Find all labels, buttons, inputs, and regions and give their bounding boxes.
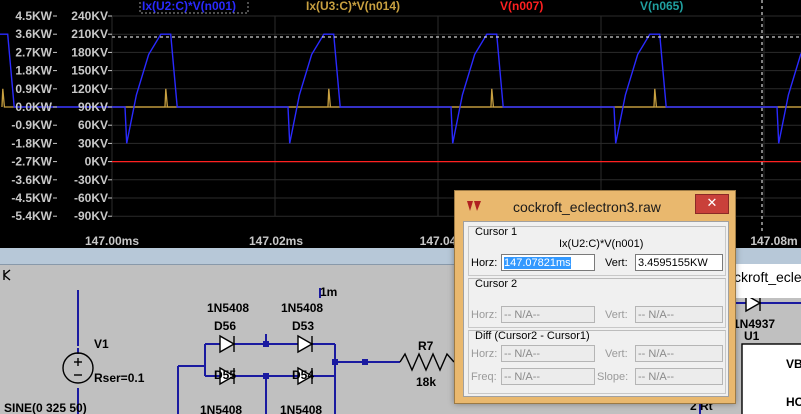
legend-entry[interactable]: V(n007): [500, 0, 543, 13]
legend-entry[interactable]: V(n065): [640, 0, 683, 13]
y-tick-left: -5.4KW: [11, 209, 52, 223]
cursor1-group-label: Cursor 1: [475, 226, 518, 238]
schematic-junctions: [263, 341, 368, 379]
y-tick-left: 2.7KW: [15, 45, 52, 59]
x-tick: 147.08m: [750, 234, 797, 248]
cursor2-vert-field: -- N/A--: [635, 306, 723, 323]
y-tick-left: -0.9KW: [11, 118, 52, 132]
label-d56-part: 1N5408: [207, 301, 249, 315]
label-d54-part: 1N5408: [280, 403, 322, 414]
label-sine: SINE(0 325 50): [4, 401, 87, 414]
label-d55-part: 1N5408: [200, 403, 242, 414]
diff-vert-field: -- N/A--: [635, 345, 723, 362]
label-hc: HC: [786, 395, 801, 409]
diff-group-label: Diff (Cursor2 - Cursor1): [475, 330, 590, 342]
cursor2-horz-field: -- N/A--: [501, 306, 595, 323]
cursor2-horz-label: Horz:: [471, 309, 498, 321]
cursor1-horz-label: Horz:: [471, 257, 498, 269]
label-tm: 1m: [320, 285, 337, 299]
y-tick-left: 1.8KW: [15, 64, 52, 78]
y-tick-left: 0.0KW: [15, 100, 52, 114]
diode-d53[interactable]: [297, 334, 314, 354]
y-tick-right: 60KV: [78, 118, 108, 132]
label-r7-value: 18k: [416, 375, 436, 389]
y-tick-left: 3.6KW: [15, 27, 52, 41]
legend-entry[interactable]: Ix(U2:C)*V(n001): [142, 0, 236, 13]
y-tick-left: -2.7KW: [11, 155, 52, 169]
diff-slope-label: Slope:: [597, 371, 629, 383]
cursor2-group-label: Cursor 2: [475, 278, 518, 290]
dialog-body: Cursor 1 Ix(U2:C)*V(n001) Horz: 147.0782…: [463, 221, 729, 397]
dialog-titlebar[interactable]: cockroft_eclectron3.raw ✕: [455, 191, 735, 221]
cursor1-vert-field[interactable]: 3.4595155KW: [635, 254, 723, 271]
y-tick-right: -30KV: [74, 173, 108, 187]
y-tick-right: -90KV: [74, 209, 108, 223]
y-tick-right: 150KV: [71, 64, 108, 78]
diff-freq-field: -- N/A--: [501, 368, 595, 385]
trace-ix-u3-spikes: [1, 88, 801, 108]
plot-traces: [0, 33, 801, 163]
diff-freq-label: Freq:: [471, 371, 497, 383]
label-d53: D53: [292, 319, 314, 333]
y-tick-left: -4.5KW: [11, 191, 52, 205]
x-tick: 147.00ms: [85, 234, 139, 248]
cursor1-vert-label: Vert:: [605, 257, 628, 269]
diff-horz-label: Horz:: [471, 348, 498, 360]
label-vb: VB: [786, 357, 801, 371]
close-button[interactable]: ✕: [695, 194, 729, 214]
y-tick-right: 120KV: [71, 82, 108, 96]
y-tick-left: -3.6KW: [11, 173, 52, 187]
y-tick-right: 90KV: [78, 100, 108, 114]
y-tick-right: 240KV: [71, 9, 108, 23]
cursor1-horz-field[interactable]: 147.07821ms: [501, 254, 595, 271]
y-axis-right: 240KV 210KV 180KV 150KV 120KV 90KV 60KV 30KV 0KV…: [71, 9, 112, 223]
y-axis-left: 4.5KW 3.6KW 2.7KW 1.8KW 0.9KW 0.0KW -0.9KW -1.8…: [11, 9, 57, 223]
diff-group: Diff (Cursor2 - Cursor1) Horz: -- N/A-- …: [468, 330, 726, 394]
cursor-dialog[interactable]: cockroft_eclectron3.raw ✕ Cursor 1 Ix(U2…: [454, 190, 736, 404]
label-rser: Rser=0.1: [94, 371, 145, 385]
label-d56: D56: [214, 319, 236, 333]
diff-vert-label: Vert:: [605, 348, 628, 360]
diode-d56[interactable]: [219, 334, 236, 354]
ltspice-logo-icon: [467, 201, 481, 211]
y-tick-right: -60KV: [74, 191, 108, 205]
cursor2-group: Cursor 2 Horz: -- N/A-- Vert: -- N/A--: [468, 278, 726, 328]
diff-slope-field: -- N/A--: [635, 368, 723, 385]
x-tick: 147.04: [420, 234, 457, 248]
cursor2-vert-label: Vert:: [605, 309, 628, 321]
y-tick-left: -1.8KW: [11, 136, 52, 150]
y-tick-right: 180KV: [71, 45, 108, 59]
cursor1-horz-value: 147.07821ms: [504, 257, 571, 269]
transistor-icon: [3, 269, 11, 281]
label-d54: D54: [292, 368, 314, 382]
y-tick-right: 0KV: [85, 155, 108, 169]
label-d55: D55: [214, 368, 236, 382]
y-tick-left: 0.9KW: [15, 82, 52, 96]
label-schematic-title: ckroft_eclec: [734, 269, 801, 285]
plot-grid: [111, 15, 801, 217]
resistor-r7[interactable]: [399, 352, 455, 372]
y-tick-right: 210KV: [71, 27, 108, 41]
y-tick-right: 30KV: [78, 136, 108, 150]
x-tick: 147.02ms: [249, 234, 303, 248]
label-v1: V1: [94, 337, 109, 351]
diff-horz-field: -- N/A--: [501, 345, 595, 362]
legend-entry[interactable]: Ix(U3:C)*V(n014): [306, 0, 400, 13]
y-tick-left: 4.5KW: [15, 9, 52, 23]
cursor1-group: Cursor 1 Ix(U2:C)*V(n001) Horz: 147.0782…: [468, 226, 726, 276]
cursor1-trace-name: Ix(U2:C)*V(n001): [559, 238, 644, 250]
voltage-source-v1[interactable]: [62, 352, 94, 384]
label-r7: R7: [418, 339, 434, 353]
label-d53-part: 1N5408: [281, 301, 323, 315]
dialog-title: cockroft_eclectron3.raw: [513, 199, 661, 215]
plot-legend: Ix(U2:C)*V(n001) Ix(U3:C)*V(n014) V(n007) V…: [139, 0, 683, 14]
label-u1: U1: [744, 329, 760, 343]
